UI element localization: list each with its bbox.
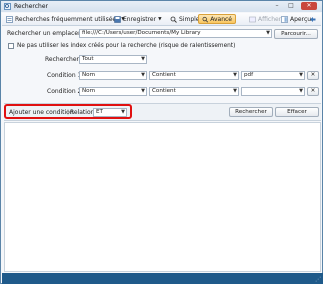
chevron-down-icon: ▼ [141, 72, 145, 78]
magnifier-icon [170, 16, 177, 23]
condition-1-operator-value: Contient [152, 72, 176, 78]
frequent-searches-label: Recherches fréquemment utilisées [15, 15, 120, 23]
condition-2-operator-value: Contient [152, 88, 176, 94]
search-scope-label: Rechercher : [45, 56, 83, 63]
resize-grip-icon[interactable]: ⋰ [315, 276, 321, 283]
chevron-down-icon: ▼ [141, 56, 145, 62]
close-icon: ✕ [310, 72, 316, 78]
advanced-mode-button[interactable]: Avancé [198, 14, 236, 24]
simple-label: Simple [179, 15, 200, 23]
close-button[interactable]: ✕ [301, 2, 317, 10]
search-scope-value: Tout [82, 56, 94, 62]
maximize-button[interactable]: □ [285, 2, 297, 10]
chevron-down-icon: ▼ [141, 88, 145, 94]
arrow-left-icon [310, 16, 316, 22]
save-menu[interactable]: Enregistrer ▼ [114, 14, 162, 24]
toolbar: Recherches fréquemment utilisées ▼ Enreg… [2, 13, 321, 26]
no-index-checkbox[interactable] [8, 43, 14, 49]
search-button[interactable]: Rechercher [229, 107, 273, 117]
save-icon [114, 15, 121, 23]
chevron-down-icon: ▼ [233, 88, 237, 94]
condition-1-operator-select[interactable]: Contient ▼ [149, 71, 239, 80]
title-bar: Rechercher – □ ✕ [1, 1, 322, 12]
window-title: Rechercher [14, 2, 48, 10]
save-label: Enregistrer [123, 15, 157, 23]
condition-1-value-input[interactable]: pdf ▼ [241, 71, 305, 80]
remove-condition-1-button[interactable]: ✕ [307, 71, 319, 80]
frequent-searches-menu[interactable]: Recherches fréquemment utilisées ▼ [6, 14, 125, 24]
chevron-down-icon: ▼ [233, 72, 237, 78]
condition-1-field-select[interactable]: Nom ▼ [79, 71, 147, 80]
simple-mode-button[interactable]: Simple [170, 14, 200, 24]
preview-label: Aperçu [290, 15, 312, 23]
location-input[interactable]: file:///C:/Users/user/Documents/My Libra… [79, 29, 272, 38]
status-bar: ⋰ [2, 273, 323, 284]
search-window: Rechercher – □ ✕ Recherches fréquemment … [0, 0, 323, 284]
condition-1-value: pdf [244, 72, 254, 78]
magnifier-plus-icon [202, 16, 209, 22]
view-icon [249, 16, 256, 22]
no-index-label: Ne pas utiliser les index créés pour la … [17, 42, 236, 49]
browse-button[interactable]: Parcourir... [274, 29, 318, 39]
highlight-annotation [4, 104, 132, 119]
close-icon: ✕ [310, 88, 316, 94]
advanced-label: Avancé [210, 15, 232, 23]
condition-2-field-value: Nom [82, 88, 96, 94]
location-value: file:///C:/Users/user/Documents/My Libra… [82, 30, 201, 36]
pin-button[interactable] [309, 14, 316, 24]
minimize-button[interactable]: – [271, 2, 283, 10]
chevron-down-icon: ▼ [299, 88, 303, 94]
condition-1-field-value: Nom [82, 72, 96, 78]
condition-2-operator-select[interactable]: Contient ▼ [149, 87, 239, 96]
clear-button[interactable]: Effacer [275, 107, 319, 117]
results-pane [4, 122, 321, 272]
list-icon [6, 15, 13, 23]
condition-2-field-select[interactable]: Nom ▼ [79, 87, 147, 96]
preview-toggle[interactable]: Aperçu [281, 14, 311, 24]
chevron-down-icon: ▼ [158, 16, 162, 22]
chevron-down-icon: ▼ [299, 72, 303, 78]
preview-icon [281, 15, 288, 23]
search-scope-select[interactable]: Tout ▼ [79, 55, 147, 64]
chevron-down-icon[interactable]: ▼ [266, 30, 270, 37]
condition-2-value-input[interactable]: ▼ [241, 87, 305, 96]
display-label: Afficher [258, 15, 282, 23]
search-window-icon [4, 3, 11, 10]
remove-condition-2-button[interactable]: ✕ [307, 87, 319, 96]
